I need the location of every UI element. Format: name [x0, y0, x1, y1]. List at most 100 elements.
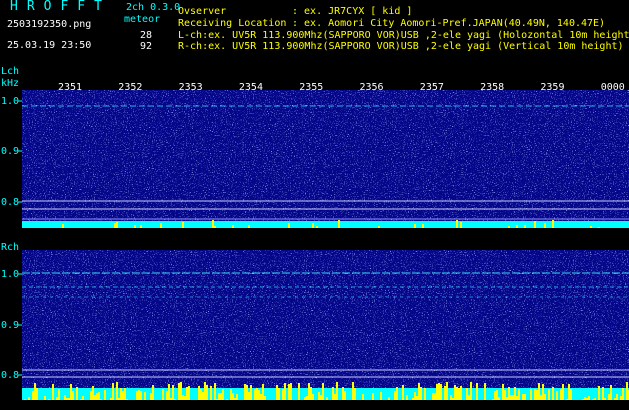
rch-channel-label: Rch [1, 242, 19, 253]
peak-bar [246, 385, 248, 400]
time-label-2359: 2359 [540, 82, 564, 93]
peak-bar [516, 225, 518, 228]
peak-bar [394, 391, 396, 400]
peak-bar [216, 399, 218, 400]
lch-unit-label: kHz [1, 78, 19, 89]
peak-bar [584, 397, 586, 400]
peak-bar [542, 384, 544, 400]
peak-bar [68, 398, 70, 400]
peak-bar [104, 390, 106, 400]
peak-bar [422, 224, 424, 228]
peak-bar [492, 399, 494, 400]
peak-bar [494, 391, 496, 400]
peak-bar [184, 396, 186, 400]
peak-bar [380, 392, 382, 400]
peak-bar [134, 225, 136, 228]
time-label-2357: 2357 [420, 82, 444, 93]
peak-bar [518, 389, 520, 400]
peak-bar [458, 388, 460, 400]
peak-bar [560, 389, 562, 400]
peak-bar [288, 384, 290, 400]
peak-bar [524, 225, 526, 228]
peak-bar [170, 398, 172, 400]
peak-bar [622, 388, 624, 400]
peak-bar [172, 385, 174, 400]
peak-bar [332, 387, 334, 400]
peak-bar [28, 397, 30, 400]
peak-bar [230, 389, 232, 400]
peak-bar [608, 394, 610, 400]
peak-bar [96, 393, 98, 400]
peak-bar [354, 388, 356, 400]
peak-bar [388, 397, 390, 400]
peak-bar [504, 390, 506, 400]
peak-bar [94, 395, 96, 400]
peak-bar [496, 390, 498, 400]
peak-bar [522, 394, 524, 400]
peak-bar [222, 389, 224, 400]
lch-tick-0-9: 0.9 [1, 146, 19, 157]
peak-bar [512, 395, 514, 400]
peak-bar [232, 225, 234, 228]
rch-tick-0-9: 0.9 [1, 320, 19, 331]
time-label-2358: 2358 [480, 82, 504, 93]
peak-bar [534, 389, 536, 400]
peak-bar [298, 383, 300, 400]
lch-tick-1-0: 1.0 [1, 96, 19, 107]
peak-bar [80, 399, 82, 400]
peak-bar [258, 390, 260, 400]
peak-bar [254, 389, 256, 400]
peak-bar [316, 226, 318, 228]
peak-bar [506, 397, 508, 400]
time-label-0000: 0000 [601, 82, 625, 93]
peak-bar [34, 383, 36, 400]
peak-bar [114, 223, 116, 228]
peak-bar [598, 227, 600, 228]
time-label-2351: 2351 [58, 82, 82, 93]
peak-bar [204, 382, 206, 400]
peak-bar [244, 384, 246, 400]
peak-bar [466, 388, 468, 400]
lch-freq-axis: Lch kHz 1.0 0.9 0.8 [1, 66, 22, 208]
peak-bar [322, 383, 324, 400]
peak-bar [232, 393, 234, 400]
peak-bar [202, 392, 204, 400]
peak-bar [284, 383, 286, 400]
peak-bar [536, 390, 538, 400]
peak-bar [502, 384, 504, 400]
peak-bar [264, 396, 266, 400]
peak-bar [288, 223, 290, 228]
peak-bar [66, 398, 68, 400]
peak-bar [414, 224, 416, 228]
peak-bar [138, 390, 140, 400]
peak-bar [412, 398, 414, 400]
peak-bar [90, 391, 92, 400]
peak-bar [552, 220, 554, 228]
peak-bar [32, 391, 34, 400]
peak-bar [610, 385, 612, 400]
peak-bar [616, 394, 618, 400]
peak-bar [598, 386, 600, 400]
peak-bar [182, 395, 184, 400]
peak-bar [396, 387, 398, 400]
peak-bar [48, 399, 50, 400]
peak-bar [186, 387, 188, 400]
peak-bar [406, 395, 408, 400]
peak-bar [432, 393, 434, 400]
peak-bar [476, 383, 478, 400]
peak-bar [468, 395, 470, 400]
peak-bar [352, 382, 354, 400]
peak-bar [256, 388, 258, 400]
peak-bar [418, 383, 420, 400]
peak-bar [120, 388, 122, 400]
peak-bar [308, 383, 310, 400]
peak-bar [342, 387, 344, 400]
peak-bar [362, 394, 364, 400]
peak-bar [310, 387, 312, 400]
peak-bar [318, 392, 320, 400]
peak-bar [594, 398, 596, 400]
peak-bar [82, 396, 84, 400]
peak-bar [524, 394, 526, 400]
peak-bar [620, 396, 622, 400]
peak-bar [508, 226, 510, 228]
